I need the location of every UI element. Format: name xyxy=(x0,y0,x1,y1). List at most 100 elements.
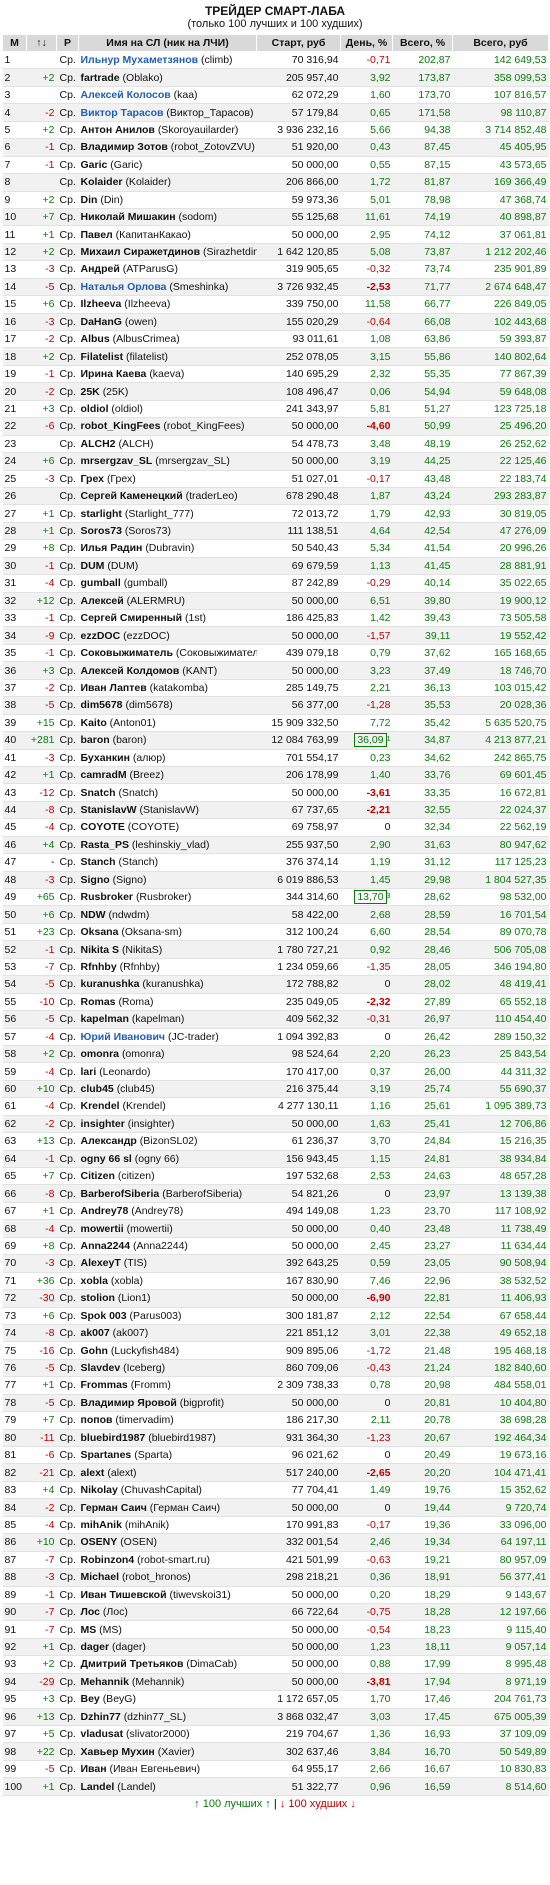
trader-nick-link[interactable]: Landel xyxy=(81,1781,115,1793)
trader-nick-link[interactable]: dager xyxy=(81,1641,110,1653)
trader-nick-link[interactable]: AlexeyT xyxy=(81,1257,121,1269)
trader-nick-link[interactable]: stolion xyxy=(81,1292,115,1304)
name-cell[interactable]: Николай Мишакин (sodom) xyxy=(78,208,257,227)
name-cell[interactable]: Din (Din) xyxy=(78,191,257,209)
trader-nick-link[interactable]: Михаил Сиражетдинов xyxy=(81,246,201,258)
trader-nick-link[interactable]: Soros73 xyxy=(81,525,122,537)
trader-nick-link[interactable]: Грех xyxy=(81,473,105,485)
name-cell[interactable]: camradM (Breez) xyxy=(78,766,257,785)
name-cell[interactable]: Oksana (Oksana-sm) xyxy=(78,923,257,942)
name-cell[interactable]: Mehannik (Mehannik) xyxy=(78,1673,257,1692)
name-cell[interactable]: stolion (Lion1) xyxy=(78,1289,257,1308)
bottom-100-label[interactable]: ↓ 100 худших ↓ xyxy=(280,1798,356,1810)
trader-nick-link[interactable]: Filatelist xyxy=(81,351,124,363)
trader-nick-link[interactable]: Иван Лаптев xyxy=(81,682,147,694)
header-place[interactable]: М xyxy=(2,34,27,52)
trader-nick-link[interactable]: Антон Анилов xyxy=(81,124,155,136)
name-cell[interactable]: Алексей Колосов (kaa) xyxy=(78,86,257,105)
name-cell[interactable]: Romas (Roma) xyxy=(78,993,257,1012)
name-cell[interactable]: dim5678 (dim5678) xyxy=(78,696,257,715)
name-cell[interactable]: Filatelist (filatelist) xyxy=(78,347,257,366)
trader-nick-link[interactable]: kuranushka xyxy=(81,978,140,990)
name-cell[interactable]: bluebird1987 (bluebird1987) xyxy=(78,1429,257,1448)
trader-nick-link[interactable]: Garic xyxy=(81,159,108,171)
trader-nick-link[interactable]: robot_KingFees xyxy=(81,420,161,432)
name-cell[interactable]: xobla (xobla) xyxy=(78,1272,257,1291)
name-cell[interactable]: Хавьер Мухин (Xavier) xyxy=(78,1742,257,1761)
trader-nick-link[interactable]: Anna2244 xyxy=(81,1240,131,1252)
name-cell[interactable]: Citizen (citizen) xyxy=(78,1167,257,1186)
trader-nick-link[interactable]: попов xyxy=(81,1414,113,1426)
trader-nick-link[interactable]: Bey xyxy=(81,1693,100,1705)
name-cell[interactable]: Nikita S (NikitaS) xyxy=(78,940,257,959)
trader-nick-link[interactable]: Albus xyxy=(81,333,110,345)
trader-nick-link[interactable]: Nikolay xyxy=(81,1484,118,1496)
trader-nick-link[interactable]: ezzDOC xyxy=(81,630,121,642)
name-cell[interactable]: Landel (Landel) xyxy=(78,1777,257,1796)
name-cell[interactable]: Антон Анилов (Skoroyauilarder) xyxy=(78,121,257,140)
name-cell[interactable]: Михаил Сиражетдинов (Sirazhetdinov) xyxy=(78,243,257,262)
name-cell[interactable]: ak007 (ak007) xyxy=(78,1324,257,1343)
name-cell[interactable]: Robinzon4 (robot-smart.ru) xyxy=(78,1551,257,1570)
trader-nick-link[interactable]: Сергей Смиренный xyxy=(81,612,183,624)
name-cell[interactable]: oldiol (oldiol) xyxy=(78,400,257,419)
trader-nick-link[interactable]: Дмитрий Третьяков xyxy=(81,1658,184,1670)
trader-nick-link[interactable]: Иван xyxy=(81,1763,107,1775)
trader-nick-link[interactable]: Frommas xyxy=(81,1379,128,1391)
trader-nick-link[interactable]: omonra xyxy=(81,1048,120,1060)
name-cell[interactable]: Andrey78 (Andrey78) xyxy=(78,1202,257,1221)
name-cell[interactable]: Anna2244 (Anna2244) xyxy=(78,1237,257,1256)
trader-nick-link[interactable]: lari xyxy=(81,1066,97,1078)
name-cell[interactable]: mihAnik (mihAnik) xyxy=(78,1516,257,1535)
name-cell[interactable]: Алексей (ALERMRU) xyxy=(78,592,257,611)
trader-nick-link[interactable]: Александр xyxy=(81,1135,137,1147)
trader-nick-link[interactable]: mrsergzav_SL xyxy=(81,455,153,467)
name-cell[interactable]: StanislavW (StanislavW) xyxy=(78,801,257,820)
trader-nick-link[interactable]: Spok 003 xyxy=(81,1310,127,1322)
name-cell[interactable]: Илья Радин (Dubravin) xyxy=(78,539,257,558)
name-cell[interactable]: insighter (insighter) xyxy=(78,1115,257,1134)
trader-nick-link[interactable]: fartrade xyxy=(81,72,120,84)
name-cell[interactable]: Алексей Колдомов (KANT) xyxy=(78,661,257,680)
name-cell[interactable]: kapelman (kapelman) xyxy=(78,1010,257,1029)
trader-nick-link[interactable]: Signo xyxy=(81,874,110,886)
name-cell[interactable]: Soros73 (Soros73) xyxy=(78,522,257,541)
trader-nick-link[interactable]: Юрий Иванович xyxy=(81,1031,166,1043)
name-cell[interactable]: попов (timervadim) xyxy=(78,1411,257,1430)
trader-nick-link[interactable]: Rusbroker xyxy=(81,891,134,903)
trader-nick-link[interactable]: oldiol xyxy=(81,403,109,415)
name-cell[interactable]: fartrade (Oblako) xyxy=(78,68,257,87)
trader-nick-link[interactable]: bluebird1987 xyxy=(81,1432,146,1444)
trader-nick-link[interactable]: dim5678 xyxy=(81,699,123,711)
name-cell[interactable]: omonra (omonra) xyxy=(78,1045,257,1064)
trader-nick-link[interactable]: Kolaider xyxy=(81,176,123,188)
trader-nick-link[interactable]: Andrey78 xyxy=(81,1205,129,1217)
name-cell[interactable]: MS (MS) xyxy=(78,1620,257,1639)
trader-nick-link[interactable]: baron xyxy=(81,734,110,746)
trader-nick-link[interactable]: Сергей Каменецкий xyxy=(81,490,183,502)
name-cell[interactable]: Slavdev (Iceberg) xyxy=(78,1359,257,1378)
name-cell[interactable]: ALCH2 (ALCH) xyxy=(78,435,257,454)
trader-nick-link[interactable]: Rasta_PS xyxy=(81,839,129,851)
trader-nick-link[interactable]: Oksana xyxy=(81,926,119,938)
trader-nick-link[interactable]: Алексей Колдомов xyxy=(81,665,180,677)
name-cell[interactable]: Виктор Тарасов (Виктор_Тарасов) xyxy=(78,103,257,122)
name-cell[interactable]: mrsergzav_SL (mrsergzav_SL) xyxy=(78,452,257,471)
name-cell[interactable]: kuranushka (kuranushka) xyxy=(78,975,257,994)
name-cell[interactable]: lari (Leonardo) xyxy=(78,1062,257,1081)
name-cell[interactable]: Иван (Иван Евгеньевич) xyxy=(78,1760,257,1779)
name-cell[interactable]: Сергей Каменецкий (traderLeo) xyxy=(78,487,257,506)
trader-nick-link[interactable]: club45 xyxy=(81,1083,114,1095)
name-cell[interactable]: Андрей (ATParusG) xyxy=(78,260,257,279)
name-cell[interactable]: baron (baron) xyxy=(78,731,257,750)
name-cell[interactable]: COYOTE (COYOTE) xyxy=(78,818,257,837)
name-cell[interactable]: Буханкин (алюр) xyxy=(78,749,257,767)
trader-nick-link[interactable]: Kaito xyxy=(81,717,107,729)
trader-nick-link[interactable]: Андрей xyxy=(81,263,120,275)
trader-nick-link[interactable]: Stanch xyxy=(81,856,116,868)
trader-nick-link[interactable]: Алексей xyxy=(81,595,124,607)
name-cell[interactable]: NDW (ndwdm) xyxy=(78,905,257,924)
trader-nick-link[interactable]: Nikita S xyxy=(81,944,120,956)
trader-nick-link[interactable]: camradM xyxy=(81,769,127,781)
name-cell[interactable]: Kolaider (Kolaider) xyxy=(78,173,257,192)
